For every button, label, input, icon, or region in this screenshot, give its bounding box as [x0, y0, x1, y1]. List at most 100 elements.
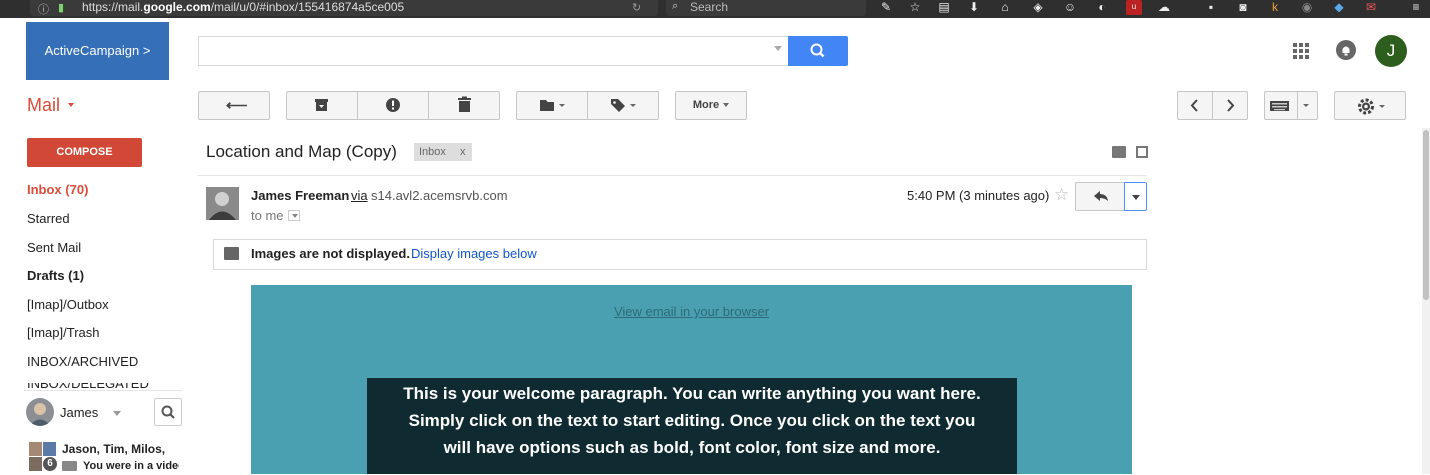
download-icon[interactable]: ⬇ [966, 0, 982, 15]
gmail-extension-icon[interactable]: ✉ [1363, 0, 1379, 15]
back-arrow-icon: ⟵ [226, 97, 248, 114]
sidebar-item-delegated[interactable]: INBOX/DELEGATED [27, 383, 182, 393]
sidebar-item-drafts[interactable]: Drafts (1) [27, 268, 84, 283]
chevron-left-icon [1190, 99, 1198, 112]
k-extension-icon[interactable]: k [1267, 0, 1283, 15]
labels-button[interactable] [588, 91, 659, 120]
search-button[interactable] [788, 36, 848, 66]
keyboard-icon [1270, 101, 1309, 111]
search-options-caret-icon[interactable] [774, 46, 782, 51]
mail-search-input[interactable] [198, 36, 789, 66]
browser-search-input[interactable]: Search [666, 0, 866, 16]
url-bar[interactable]: https://mail.google.com/mail/u/0/#inbox/… [30, 0, 658, 16]
smiley-extension-icon[interactable]: ☺ [1062, 0, 1078, 15]
message-timestamp: 5:40 PM (3 minutes ago) [907, 188, 1050, 203]
star-icon[interactable]: ☆ [1054, 185, 1069, 205]
apps-grid-icon[interactable] [1293, 43, 1310, 60]
sender-domain: s14.avl2.acemsrvb.com [371, 188, 508, 203]
scrollbar-thumb[interactable] [1423, 130, 1429, 300]
participant-count-badge: 6 [47, 458, 53, 469]
hangouts-user-avatar[interactable] [26, 398, 54, 426]
url-domain: google.com [143, 0, 211, 14]
report-spam-button[interactable] [358, 91, 428, 120]
url-path: /mail/u/0/#inbox/155416874a5ce005 [210, 0, 405, 14]
account-avatar[interactable]: J [1375, 35, 1407, 67]
reading-list-icon[interactable]: ▤ [936, 0, 952, 15]
mail-switcher[interactable]: Mail [27, 95, 60, 116]
recipient-label: to me [251, 208, 284, 223]
hangouts-divider [24, 390, 182, 391]
image-icon [224, 247, 239, 260]
message-header-divider [198, 175, 1146, 176]
label-tag-icon [611, 99, 636, 112]
message-more-button[interactable] [1124, 182, 1147, 211]
back-button[interactable]: ⟵ [198, 91, 270, 120]
mail-switcher-caret-icon[interactable] [68, 103, 74, 107]
welcome-paragraph: This is your welcome paragraph. You can … [403, 384, 981, 457]
archive-icon [315, 99, 328, 111]
display-images-link[interactable]: Display images below [411, 246, 537, 261]
sidebar-item-sent[interactable]: Sent Mail [27, 240, 81, 255]
home-icon[interactable]: ⌂ [997, 0, 1013, 15]
more-actions-button[interactable]: More [675, 91, 747, 120]
profile-extension-icon[interactable]: ◙ [1235, 0, 1251, 15]
hangouts-user-name[interactable]: James [60, 405, 98, 420]
group-conversation-avatar[interactable]: 6 [29, 442, 57, 472]
spam-icon [386, 98, 400, 112]
shield-extension-icon[interactable]: ◆ [1331, 0, 1347, 15]
sender-name[interactable]: James Freeman [251, 188, 349, 203]
print-icon[interactable] [1112, 146, 1126, 158]
sidebar-item-trash[interactable]: [Imap]/Trash [27, 325, 99, 340]
more-caret-icon [723, 103, 730, 108]
trash-icon [458, 96, 471, 112]
via-link[interactable]: via [351, 188, 368, 203]
search-icon [161, 405, 175, 419]
sidebar-item-outbox[interactable]: [Imap]/Outbox [27, 297, 109, 312]
hangouts-search-button[interactable] [154, 398, 182, 426]
archive-button[interactable] [286, 91, 357, 120]
images-notice-text: Images are not displayed. [251, 246, 410, 261]
ublock-icon[interactable]: u [1126, 0, 1142, 15]
chevron-right-icon [1227, 99, 1235, 112]
show-details-button[interactable] [288, 210, 300, 221]
reload-icon[interactable]: ↻ [632, 1, 641, 14]
open-in-new-window-icon[interactable] [1136, 146, 1148, 158]
pocket-icon[interactable]: ◐ [1094, 0, 1110, 15]
sidebar-item-inbox[interactable]: Inbox (70) [27, 182, 88, 197]
conversation-names[interactable]: Jason, Tim, Milos, [62, 442, 165, 456]
cloud-extension-icon[interactable]: ☁ [1156, 0, 1172, 15]
sidebar-item-archived[interactable]: INBOX/ARCHIVED [27, 354, 138, 369]
bookmark-star-icon[interactable]: ☆ [907, 0, 923, 15]
sidebar-item-starred[interactable]: Starred [27, 211, 70, 226]
menu-icon[interactable]: ≡ [1408, 0, 1424, 15]
hangouts-status-caret-icon[interactable] [113, 411, 121, 416]
url-prefix: https://mail. [82, 0, 144, 14]
square-extension-icon[interactable]: ▪ [1203, 0, 1219, 15]
folder-icon [540, 100, 565, 111]
settings-button[interactable] [1334, 91, 1406, 120]
account-logo[interactable]: ActiveCampaign > [26, 22, 169, 80]
extension-icon[interactable]: ◈ [1030, 0, 1046, 15]
move-to-button[interactable] [516, 91, 587, 120]
browser-search-icon: ⌕ [672, 0, 679, 12]
older-button[interactable] [1213, 91, 1248, 120]
wrench-icon[interactable]: ✎ [878, 0, 894, 15]
reply-arrow-icon [1094, 191, 1108, 201]
info-icon[interactable]: ⓘ [38, 1, 49, 17]
info-extension-icon[interactable]: ◉ [1299, 0, 1315, 15]
delete-button[interactable] [429, 91, 500, 120]
notifications-bell-icon[interactable] [1336, 40, 1356, 60]
remove-label-button[interactable]: x [460, 143, 466, 161]
gear-icon [1358, 98, 1385, 115]
newer-button[interactable] [1177, 91, 1212, 120]
sender-avatar [206, 187, 239, 220]
lock-icon: ▮ [58, 2, 65, 14]
conversation-snippet: You were in a video [83, 460, 179, 472]
video-call-icon [62, 461, 77, 471]
compose-button[interactable]: COMPOSE [27, 138, 142, 167]
reply-button[interactable] [1075, 182, 1125, 211]
chevron-down-icon [292, 214, 298, 218]
chevron-down-icon [1132, 195, 1140, 200]
message-subject: Location and Map (Copy) [206, 142, 397, 161]
view-in-browser-link[interactable]: View email in your browser [251, 304, 1132, 319]
